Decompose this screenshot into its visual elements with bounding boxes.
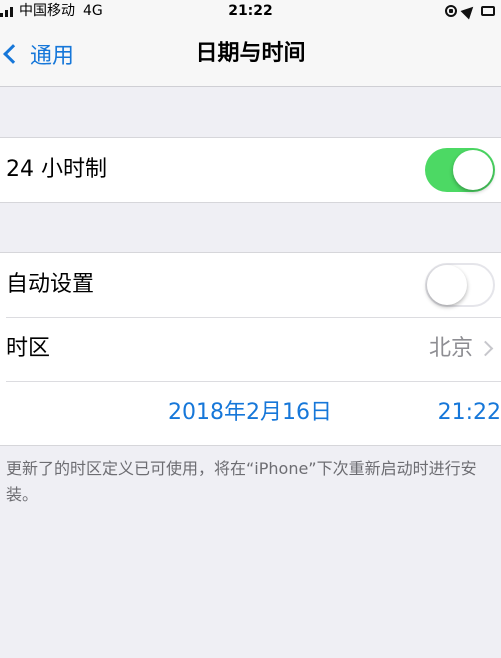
row-auto-set: 自动设置 xyxy=(0,253,501,317)
navigation-bar: 通用 日期与时间 xyxy=(0,22,501,87)
timezone-footnote: 更新了的时区定义已可使用，将在“iPhone”下次重新启动时进行安装。 xyxy=(6,459,477,504)
date-value[interactable]: 2018年2月16日 xyxy=(168,381,332,445)
status-right xyxy=(445,0,495,22)
row-label-auto-set: 自动设置 xyxy=(6,272,95,297)
row-label-timezone: 时区 xyxy=(6,336,51,361)
toggle-auto-set[interactable] xyxy=(425,263,495,307)
timezone-value: 北京 xyxy=(428,336,473,361)
status-bar: 中国移动 4G 21:22 xyxy=(0,0,501,22)
battery-icon xyxy=(481,6,495,16)
toggle-knob xyxy=(453,150,493,190)
rotation-lock-icon xyxy=(445,5,457,17)
chevron-right-icon xyxy=(477,340,494,357)
toggle-24-hour[interactable] xyxy=(425,148,495,192)
toggle-knob xyxy=(427,265,467,305)
row-24-hour: 24 小时制 xyxy=(0,138,501,202)
row-timezone[interactable]: 时区 北京 xyxy=(0,317,501,381)
row-date-time-picker[interactable]: 2018年2月16日 21:22 xyxy=(0,381,501,445)
group-time-format: 24 小时制 xyxy=(0,137,501,203)
status-time: 21:22 xyxy=(228,3,273,19)
page-title: 日期与时间 xyxy=(195,41,306,66)
row-label-24-hour: 24 小时制 xyxy=(6,157,107,182)
time-value[interactable]: 21:22 xyxy=(438,381,501,445)
group-date-time: 自动设置 时区 北京 2018年2月16日 21:22 xyxy=(0,252,501,446)
location-arrow-icon xyxy=(460,2,478,20)
